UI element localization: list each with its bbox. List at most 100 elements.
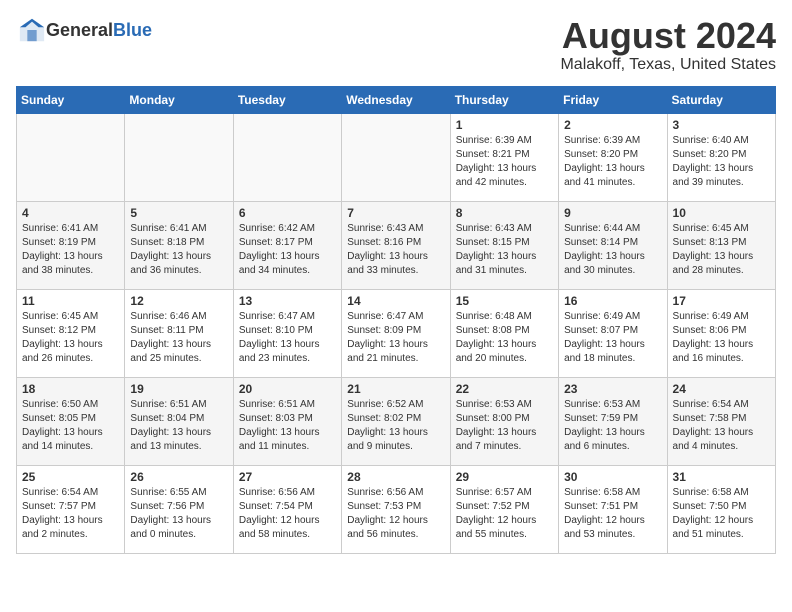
month-title: August 2024 xyxy=(560,16,776,56)
daylight-text: Daylight: 13 hours and 7 minutes. xyxy=(456,426,553,454)
cell-content: Sunrise: 6:47 AMSunset: 8:09 PMDaylight:… xyxy=(347,310,444,366)
daylight-text: Daylight: 13 hours and 25 minutes. xyxy=(130,338,227,366)
col-monday: Monday xyxy=(125,86,233,113)
daylight-text: Daylight: 13 hours and 11 minutes. xyxy=(239,426,336,454)
cell-content: Sunrise: 6:42 AMSunset: 8:17 PMDaylight:… xyxy=(239,222,336,278)
cell-content: Sunrise: 6:50 AMSunset: 8:05 PMDaylight:… xyxy=(22,398,119,454)
logo-text: GeneralBlue xyxy=(46,20,152,41)
sunrise-text: Sunrise: 6:41 AM xyxy=(22,222,119,236)
sunset-text: Sunset: 8:16 PM xyxy=(347,236,444,250)
sunrise-text: Sunrise: 6:54 AM xyxy=(673,398,770,412)
cell-content: Sunrise: 6:41 AMSunset: 8:19 PMDaylight:… xyxy=(22,222,119,278)
weekday-row: Sunday Monday Tuesday Wednesday Thursday… xyxy=(17,86,776,113)
cell-content: Sunrise: 6:53 AMSunset: 8:00 PMDaylight:… xyxy=(456,398,553,454)
sunset-text: Sunset: 8:13 PM xyxy=(673,236,770,250)
sunset-text: Sunset: 8:20 PM xyxy=(564,148,661,162)
calendar-cell: 21Sunrise: 6:52 AMSunset: 8:02 PMDayligh… xyxy=(342,377,450,465)
day-number: 25 xyxy=(22,470,119,484)
daylight-text: Daylight: 13 hours and 2 minutes. xyxy=(22,514,119,542)
day-number: 28 xyxy=(347,470,444,484)
sunrise-text: Sunrise: 6:57 AM xyxy=(456,486,553,500)
calendar-week-3: 11Sunrise: 6:45 AMSunset: 8:12 PMDayligh… xyxy=(17,289,776,377)
calendar-cell: 3Sunrise: 6:40 AMSunset: 8:20 PMDaylight… xyxy=(667,113,775,201)
sunrise-text: Sunrise: 6:49 AM xyxy=(673,310,770,324)
day-number: 1 xyxy=(456,118,553,132)
daylight-text: Daylight: 13 hours and 9 minutes. xyxy=(347,426,444,454)
day-number: 21 xyxy=(347,382,444,396)
calendar-cell xyxy=(125,113,233,201)
sunset-text: Sunset: 8:07 PM xyxy=(564,324,661,338)
day-number: 8 xyxy=(456,206,553,220)
day-number: 27 xyxy=(239,470,336,484)
page-header: GeneralBlue August 2024 Malakoff, Texas,… xyxy=(16,16,776,74)
sunrise-text: Sunrise: 6:39 AM xyxy=(564,134,661,148)
col-saturday: Saturday xyxy=(667,86,775,113)
cell-content: Sunrise: 6:54 AMSunset: 7:57 PMDaylight:… xyxy=(22,486,119,542)
calendar-cell: 15Sunrise: 6:48 AMSunset: 8:08 PMDayligh… xyxy=(450,289,558,377)
sunset-text: Sunset: 7:50 PM xyxy=(673,500,770,514)
sunset-text: Sunset: 8:10 PM xyxy=(239,324,336,338)
sunset-text: Sunset: 8:06 PM xyxy=(673,324,770,338)
cell-content: Sunrise: 6:53 AMSunset: 7:59 PMDaylight:… xyxy=(564,398,661,454)
sunrise-text: Sunrise: 6:47 AM xyxy=(347,310,444,324)
daylight-text: Daylight: 13 hours and 26 minutes. xyxy=(22,338,119,366)
cell-content: Sunrise: 6:43 AMSunset: 8:16 PMDaylight:… xyxy=(347,222,444,278)
sunrise-text: Sunrise: 6:53 AM xyxy=(564,398,661,412)
cell-content: Sunrise: 6:58 AMSunset: 7:51 PMDaylight:… xyxy=(564,486,661,542)
sunset-text: Sunset: 8:04 PM xyxy=(130,412,227,426)
daylight-text: Daylight: 13 hours and 21 minutes. xyxy=(347,338,444,366)
sunset-text: Sunset: 8:09 PM xyxy=(347,324,444,338)
cell-content: Sunrise: 6:43 AMSunset: 8:15 PMDaylight:… xyxy=(456,222,553,278)
calendar-cell: 19 Sunrise: 6:51 AMSunset: 8:04 PMDayligh… xyxy=(125,377,233,465)
daylight-text: Daylight: 13 hours and 18 minutes. xyxy=(564,338,661,366)
calendar-cell: 9Sunrise: 6:44 AMSunset: 8:14 PMDaylight… xyxy=(559,201,667,289)
calendar-cell: 24Sunrise: 6:54 AMSunset: 7:58 PMDayligh… xyxy=(667,377,775,465)
sunset-text: Sunset: 8:21 PM xyxy=(456,148,553,162)
daylight-text: Daylight: 13 hours and 4 minutes. xyxy=(673,426,770,454)
sunset-text: Sunset: 8:08 PM xyxy=(456,324,553,338)
sunset-text: Sunset: 7:54 PM xyxy=(239,500,336,514)
daylight-text: Daylight: 13 hours and 42 minutes. xyxy=(456,162,553,190)
day-number: 9 xyxy=(564,206,661,220)
day-number: 18 xyxy=(22,382,119,396)
day-number: 20 xyxy=(239,382,336,396)
daylight-text: Daylight: 13 hours and 33 minutes. xyxy=(347,250,444,278)
sunset-text: Sunset: 8:20 PM xyxy=(673,148,770,162)
sunset-text: Sunset: 8:15 PM xyxy=(456,236,553,250)
day-number: 24 xyxy=(673,382,770,396)
daylight-text: Daylight: 13 hours and 13 minutes. xyxy=(130,426,227,454)
logo: GeneralBlue xyxy=(16,16,152,44)
day-number: 19 xyxy=(130,382,227,396)
cell-content: Sunrise: 6:49 AMSunset: 8:07 PMDaylight:… xyxy=(564,310,661,366)
sunset-text: Sunset: 7:57 PM xyxy=(22,500,119,514)
sunrise-text: Sunrise: 6:44 AM xyxy=(564,222,661,236)
sunset-text: Sunset: 8:03 PM xyxy=(239,412,336,426)
calendar-cell: 23Sunrise: 6:53 AMSunset: 7:59 PMDayligh… xyxy=(559,377,667,465)
daylight-text: Daylight: 13 hours and 36 minutes. xyxy=(130,250,227,278)
calendar-cell: 11Sunrise: 6:45 AMSunset: 8:12 PMDayligh… xyxy=(17,289,125,377)
daylight-text: Daylight: 13 hours and 30 minutes. xyxy=(564,250,661,278)
sunset-text: Sunset: 8:05 PM xyxy=(22,412,119,426)
daylight-text: Daylight: 12 hours and 55 minutes. xyxy=(456,514,553,542)
daylight-text: Daylight: 13 hours and 6 minutes. xyxy=(564,426,661,454)
sunrise-text: Sunrise: 6:45 AM xyxy=(22,310,119,324)
cell-content: Sunrise: 6:45 AMSunset: 8:12 PMDaylight:… xyxy=(22,310,119,366)
day-number: 31 xyxy=(673,470,770,484)
calendar-cell: 26Sunrise: 6:55 AMSunset: 7:56 PMDayligh… xyxy=(125,465,233,553)
cell-content: Sunrise: 6:51 AMSunset: 8:04 PMDaylight:… xyxy=(130,398,227,454)
calendar-cell: 5Sunrise: 6:41 AMSunset: 8:18 PMDaylight… xyxy=(125,201,233,289)
col-thursday: Thursday xyxy=(450,86,558,113)
sunset-text: Sunset: 8:02 PM xyxy=(347,412,444,426)
calendar-cell: 22Sunrise: 6:53 AMSunset: 8:00 PMDayligh… xyxy=(450,377,558,465)
col-tuesday: Tuesday xyxy=(233,86,341,113)
sunrise-text: Sunrise: 6:43 AM xyxy=(456,222,553,236)
cell-content: Sunrise: 6:58 AMSunset: 7:50 PMDaylight:… xyxy=(673,486,770,542)
col-friday: Friday xyxy=(559,86,667,113)
sunset-text: Sunset: 8:12 PM xyxy=(22,324,119,338)
cell-content: Sunrise: 6:51 AMSunset: 8:03 PMDaylight:… xyxy=(239,398,336,454)
calendar-cell: 6Sunrise: 6:42 AMSunset: 8:17 PMDaylight… xyxy=(233,201,341,289)
calendar-cell: 4Sunrise: 6:41 AMSunset: 8:19 PMDaylight… xyxy=(17,201,125,289)
sunrise-text: Sunrise: 6:56 AM xyxy=(347,486,444,500)
cell-content: Sunrise: 6:57 AMSunset: 7:52 PMDaylight:… xyxy=(456,486,553,542)
col-sunday: Sunday xyxy=(17,86,125,113)
